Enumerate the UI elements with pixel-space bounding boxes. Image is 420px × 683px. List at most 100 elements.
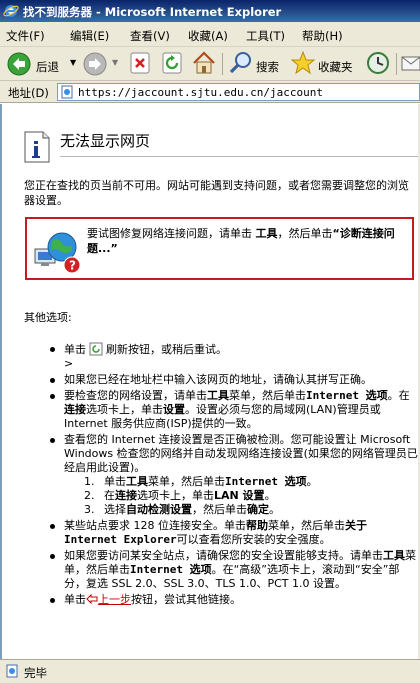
sub3-number: 3. xyxy=(84,503,95,516)
opt2-text: 如果您已经在地址栏中输入该网页的地址，请确认其拼写正确。 xyxy=(64,373,372,386)
info-icon xyxy=(24,131,50,163)
sub-item: 1. 单击工具菜单，然后单击Internet 选项。 xyxy=(84,475,418,489)
opt7-text-b: 按钮，尝试其他链接。 xyxy=(131,593,241,606)
home-button[interactable] xyxy=(190,50,218,78)
list-item: 单击 上一步按钮，尝试其他链接。 xyxy=(24,593,418,607)
sub3-text-c: 。 xyxy=(269,503,280,516)
sub2-text-b: 选项卡上，单击 xyxy=(137,489,214,502)
page-title: 无法显示网页 xyxy=(60,132,151,150)
back-label: 后退 xyxy=(36,60,59,74)
bullet xyxy=(50,347,55,352)
sub1-text-c: 。 xyxy=(306,475,318,488)
opt3-internet-options: Internet 选项 xyxy=(306,389,388,402)
back-arrow-icon xyxy=(7,52,31,76)
diagnose-text-1: 要试图修复网络连接问题，请单击 xyxy=(87,227,256,240)
other-options-label: 其他选项: xyxy=(24,311,72,324)
internet-explorer-icon xyxy=(3,5,19,17)
favorites-button[interactable]: 收藏夹 xyxy=(290,50,360,78)
opt7-text-a: 单击 xyxy=(64,593,86,606)
sub3-auto-detect: 自动检测设置 xyxy=(126,503,192,516)
diagnose-text-2: ，然后单击 xyxy=(277,227,333,240)
refresh-icon xyxy=(162,52,182,74)
opt5-help: 帮助 xyxy=(246,519,268,532)
opt1-text-b: 刷新按钮，或稍后重试。 xyxy=(106,343,227,356)
opt3-tools: 工具 xyxy=(207,389,229,402)
address-field[interactable] xyxy=(57,83,420,101)
sub2-connections: 连接 xyxy=(115,489,137,502)
page-content: 无法显示网页 您正在查找的页当前不可用。网站可能遇到支持问题，或者您需要调整您的… xyxy=(0,104,420,659)
svg-text:?: ? xyxy=(69,259,76,273)
forward-dropdown-icon[interactable]: ▼ xyxy=(112,58,118,67)
back-dropdown-icon[interactable]: ▼ xyxy=(70,58,76,67)
list-item: 某些站点要求 128 位连接安全。单击帮助菜单，然后单击关于 Internet … xyxy=(24,519,418,547)
opt3-text-b: 菜单，然后单击 xyxy=(229,389,306,402)
stop-button[interactable] xyxy=(128,50,154,78)
status-bar: 完毕 xyxy=(0,659,420,683)
search-button[interactable]: 搜索 xyxy=(228,50,286,78)
search-icon xyxy=(229,52,251,74)
list-item: 如果您要访问某安全站点，请确保您的安全设置能够支持。请单击工具菜单，然后单击In… xyxy=(24,549,418,591)
page-icon xyxy=(61,85,73,99)
opt3-text-d: 选项卡上，单击 xyxy=(86,403,163,416)
list-item: 单击 刷新按钮，或稍后重试。 xyxy=(24,342,418,357)
opt3-text-c: 。在 xyxy=(387,389,410,402)
search-label: 搜索 xyxy=(256,60,279,74)
back-button[interactable]: 后退 ▼ xyxy=(6,50,86,78)
sub1-text-b: 菜单，然后单击 xyxy=(148,475,225,488)
sub1-text-a: 单击 xyxy=(104,475,126,488)
opt6-internet-options: Internet 选项 xyxy=(130,563,212,576)
bullet xyxy=(50,438,55,443)
opt4-text: 查看您的 Internet 连接设置是否正确被检测。您可能设置让 Microso… xyxy=(64,433,418,474)
bullet xyxy=(50,394,55,399)
refresh-icon xyxy=(89,342,103,356)
refresh-button[interactable] xyxy=(160,50,186,78)
list-item-continuation: > xyxy=(24,357,418,371)
toolbar-separator xyxy=(222,53,223,75)
sub2-lan-settings: LAN 设置 xyxy=(214,489,265,502)
forward-button[interactable]: ▼ xyxy=(82,50,124,78)
sub-item: 2. 在连接选项卡上，单击LAN 设置。 xyxy=(84,489,418,503)
sub2-text-c: 。 xyxy=(264,489,276,502)
address-input[interactable] xyxy=(78,85,418,99)
favorites-star-icon xyxy=(290,50,316,75)
menu-favorites[interactable]: 收藏(A) xyxy=(188,28,228,44)
stop-icon xyxy=(130,52,150,74)
menu-edit[interactable]: 编辑(E) xyxy=(70,28,109,44)
menu-tools[interactable]: 工具(T) xyxy=(246,28,285,44)
opt6-tools: 工具 xyxy=(383,549,405,562)
menu-help[interactable]: 帮助(H) xyxy=(302,28,343,44)
list-item: 查看您的 Internet 连接设置是否正确被检测。您可能设置让 Microso… xyxy=(24,433,418,517)
sub1-internet-options: Internet 选项 xyxy=(225,475,307,488)
opt3-text-a: 要检查您的网络设置，请单击 xyxy=(64,389,207,402)
back-link[interactable]: 上一步 xyxy=(98,593,131,606)
title-divider xyxy=(60,156,418,157)
forward-arrow-icon xyxy=(83,52,107,76)
sub3-text-b: ，然后单击 xyxy=(192,503,247,516)
opt6-text-a: 如果您要访问某安全站点，请确保您的安全设置能够支持。请单击 xyxy=(64,549,383,562)
title-bar[interactable]: 找不到服务器 - Microsoft Internet Explorer xyxy=(0,0,420,22)
options-list: 单击 刷新按钮，或稍后重试。 > 如果您已经在地址栏中输入该网页的地址，请确认其拼… xyxy=(24,342,418,609)
opt1-text-c: > xyxy=(64,357,74,370)
bullet xyxy=(50,378,55,383)
mail-icon xyxy=(401,56,420,71)
sub1-tools: 工具 xyxy=(126,475,148,488)
opt3-settings: 设置 xyxy=(163,403,185,416)
diagnose-text: 要试图修复网络连接问题，请单击 工具，然后单击“诊断连接问题...” xyxy=(87,226,407,256)
bullet xyxy=(50,524,55,529)
favorites-label: 收藏夹 xyxy=(318,60,353,74)
sub2-number: 2. xyxy=(84,489,95,502)
mail-button[interactable] xyxy=(400,50,420,78)
history-button[interactable] xyxy=(364,50,392,78)
sub1-number: 1. xyxy=(84,475,95,488)
sub3-text-a: 选择 xyxy=(104,503,126,516)
address-label: 地址(D) xyxy=(8,86,49,100)
bullet xyxy=(50,554,55,559)
bullet xyxy=(50,598,55,603)
standard-toolbar: 后退 ▼ ▼ 搜索 收藏夹 xyxy=(0,47,420,81)
menu-file[interactable]: 文件(F) xyxy=(6,28,45,44)
diagnose-tools: 工具 xyxy=(255,227,278,240)
page-done-icon xyxy=(6,664,18,678)
opt1-text-a: 单击 xyxy=(64,343,86,356)
menu-view[interactable]: 查看(V) xyxy=(130,28,170,44)
home-icon xyxy=(193,51,215,74)
